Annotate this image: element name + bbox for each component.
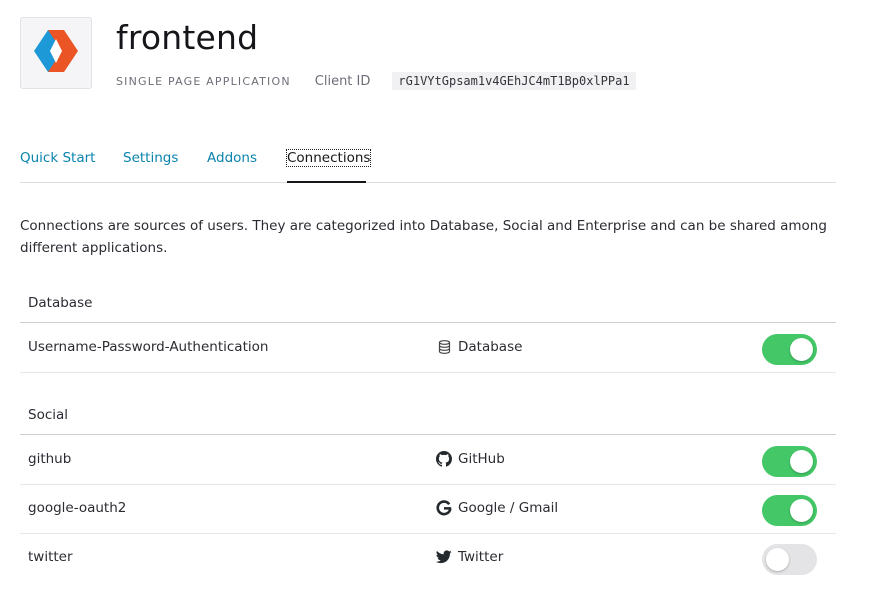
connection-row-twitter: twitter Twitter [20,534,836,583]
app-logo [20,17,92,89]
connection-name: google-oauth2 [28,500,127,516]
tab-addons[interactable]: Addons [207,150,257,166]
toggle-knob [790,338,813,361]
connection-row-username-password: Username-Password-Authentication Databas… [20,324,836,373]
github-icon [436,451,452,467]
connection-strategy: Twitter [436,549,503,565]
client-id-label: Client ID [314,73,371,89]
connection-toggle[interactable] [762,334,817,365]
tab-quick-start[interactable]: Quick Start [20,150,95,166]
tab-settings[interactable]: Settings [123,150,178,166]
connection-toggle[interactable] [762,495,817,526]
toggle-knob [790,499,813,522]
toggle-knob [790,450,813,473]
section-title: Social [28,407,69,423]
connection-name: github [28,451,72,467]
section-header-database: Database [20,295,836,323]
client-id-value[interactable]: rG1VYtGpsam1v4GEhJC4mT1Bp0xlPPa1 [392,72,636,90]
connections-description: Connections are sources of users. They a… [20,218,827,256]
app-meta: SINGLE PAGE APPLICATION Client ID rG1VYt… [116,71,636,91]
section-title: Database [28,295,93,311]
connection-toggle[interactable] [762,446,817,477]
section-header-social: Social [20,407,836,435]
google-icon [436,500,452,516]
tab-connections[interactable]: Connections [285,149,372,167]
connection-strategy: Database [436,339,522,355]
twitter-icon [436,549,452,565]
app-type: SINGLE PAGE APPLICATION [116,74,291,88]
connection-strategy: Google / Gmail [436,500,558,516]
connection-strategy-label: Twitter [458,549,504,565]
connection-row-google-oauth2: google-oauth2 Google / Gmail [20,485,836,534]
database-icon [436,339,452,355]
tab-bar: Quick Start Settings Addons Connections [20,146,836,183]
connection-toggle[interactable] [762,544,817,575]
connection-strategy: GitHub [436,451,505,467]
connection-strategy-label: Google / Gmail [458,500,559,516]
connection-name: twitter [28,549,73,565]
app-logo-icon [34,28,78,78]
toggle-knob [766,548,789,571]
connection-strategy-label: GitHub [458,451,505,467]
app-title: frontend [116,18,259,57]
connection-row-github: github GitHub [20,436,836,485]
connection-strategy-label: Database [458,339,523,355]
connection-name: Username-Password-Authentication [28,339,269,355]
active-tab-indicator [287,181,366,183]
